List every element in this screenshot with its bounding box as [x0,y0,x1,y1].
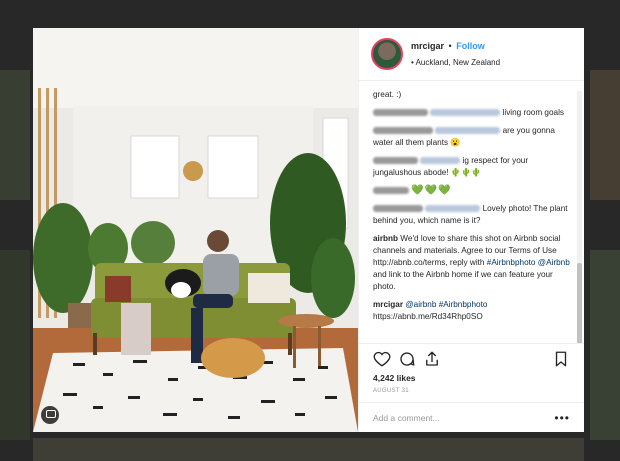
post-header: mrcigar • Follow • Auckland, New Zealand [359,28,584,81]
comment-text: https://abnb.me/Rd34Rhp0SO [373,312,483,321]
share-icon[interactable] [423,350,441,368]
blurred-username [373,109,428,117]
blurred-mention [425,205,481,213]
comment-username[interactable]: airbnb [373,234,398,243]
blurred-username [373,157,418,165]
blurred-mention [430,109,501,117]
blurred-mention [420,157,461,165]
more-options-icon[interactable]: ••• [554,411,570,425]
post-modal: mrcigar • Follow • Auckland, New Zealand… [33,28,584,432]
separator-dot: • [448,40,452,51]
action-bar [359,343,584,373]
comment-username[interactable]: mrcigar [373,300,403,309]
mention-link[interactable]: @Airbnb [538,258,570,267]
comment-text: and link to the Airbnb home if we can fe… [373,270,553,291]
blurred-mention [435,127,501,135]
add-comment-input[interactable]: Add a comment... [373,413,440,423]
comment-item: Lovely photo! The plant behind you, whic… [373,203,570,227]
blurred-username [373,187,409,195]
add-comment-row: Add a comment... ••• [359,402,584,432]
header-text: mrcigar • Follow • Auckland, New Zealand [411,40,500,69]
avatar[interactable] [371,38,403,70]
comment-text: living room goals [502,108,564,117]
comment-text: great. :) [373,90,402,99]
follow-button[interactable]: Follow [456,41,485,51]
tagged-user-icon[interactable] [41,406,59,424]
blurred-username [373,205,423,213]
blurred-username [373,127,433,135]
comments-scrollbar-thumb[interactable] [577,263,582,343]
comment-item: ig respect for your jungalushous abode! … [373,155,570,179]
comment-item: 💚💚💚 [373,185,570,197]
comment-item: are you gonna water all them plants 😮 [373,125,570,149]
username-link[interactable]: mrcigar [411,41,444,51]
comment-item: living room goals [373,107,570,119]
hashtag-link[interactable]: #Airbnbphoto [487,258,536,267]
likes-count[interactable]: 4,242 likes [359,373,584,383]
location-link[interactable]: • Auckland, New Zealand [411,56,500,69]
living-room-illustration [33,28,358,432]
comment-item: airbnb We'd love to share this shot on A… [373,233,570,293]
comment-bubble-icon[interactable] [398,350,416,368]
bookmark-icon[interactable] [552,350,570,368]
comment-text: 💚💚💚 [411,185,452,196]
hashtag-link[interactable]: #Airbnbphoto [439,300,488,309]
comments-list[interactable]: great. :) living room goals are you gonn… [359,81,584,343]
post-side-panel: mrcigar • Follow • Auckland, New Zealand… [358,28,584,432]
mention-link[interactable]: @airbnb [405,300,436,309]
comment-item: great. :) [373,89,570,101]
post-photo[interactable] [33,28,358,432]
comment-item: mrcigar @airbnb #Airbnbphoto https://abn… [373,299,570,323]
header-top-row: mrcigar • Follow [411,40,500,53]
heart-outline-icon[interactable] [373,350,391,368]
post-date[interactable]: AUGUST 31 [359,383,584,394]
